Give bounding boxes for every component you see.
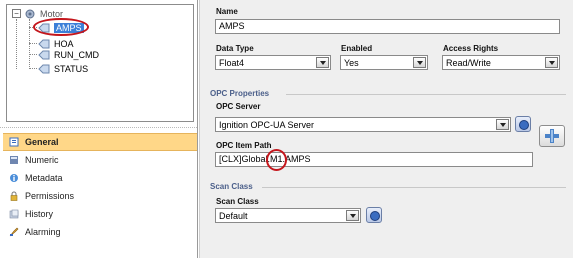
access-rights-select[interactable]: Read/Write <box>442 55 560 70</box>
left-pane: − Motor AMPS HOA RUN_CMD STATUS General … <box>0 0 198 258</box>
opc-server-label: OPC Server <box>216 102 261 111</box>
metadata-icon <box>10 174 18 182</box>
nav-item-metadata[interactable]: Metadata <box>3 169 197 187</box>
chevron-down-icon[interactable] <box>496 119 509 130</box>
scan-class-label: Scan Class <box>216 197 259 206</box>
section-divider <box>262 187 566 188</box>
nav-item-numeric[interactable]: Numeric <box>3 151 197 169</box>
nav-label: Numeric <box>25 155 59 165</box>
chevron-down-icon[interactable] <box>316 57 329 68</box>
name-label: Name <box>216 7 238 16</box>
tag-icon <box>38 39 50 48</box>
tree-label: STATUS <box>54 63 89 74</box>
enabled-value: Yes <box>344 58 359 68</box>
tree-label: HOA <box>54 38 74 49</box>
alarming-icon <box>9 227 19 237</box>
tree-connector <box>29 54 37 55</box>
plus-cross-icon <box>545 129 559 143</box>
enabled-label: Enabled <box>341 44 373 53</box>
nav-item-alarming[interactable]: Alarming <box>3 223 197 241</box>
tree-connector <box>29 68 37 69</box>
tree-node-run-cmd[interactable]: RUN_CMD <box>38 49 99 60</box>
general-icon <box>9 137 19 147</box>
data-type-value: Float4 <box>219 58 245 68</box>
chevron-down-icon[interactable] <box>545 57 558 68</box>
tree-node-status[interactable]: STATUS <box>38 63 88 74</box>
tag-icon <box>38 64 50 73</box>
opc-item-path-label: OPC Item Path <box>216 141 272 150</box>
properties-pane: Name AMPS Data Type Float4 Enabled Yes A… <box>199 0 573 258</box>
opc-properties-heading: OPC Properties <box>210 89 270 98</box>
tree-connector <box>29 43 37 44</box>
scan-class-edit-icon[interactable] <box>366 207 382 223</box>
nav-label: General <box>25 137 59 147</box>
tree-label: Motor <box>40 8 64 19</box>
access-rights-value: Read/Write <box>446 58 491 68</box>
chevron-down-icon[interactable] <box>346 210 359 221</box>
browse-opc-button[interactable] <box>539 125 565 147</box>
annotation-oval <box>33 18 89 36</box>
annotation-oval <box>266 149 287 171</box>
nav-label: History <box>25 209 54 219</box>
nav-item-permissions[interactable]: Permissions <box>3 187 197 205</box>
nav-item-history[interactable]: History <box>3 205 197 223</box>
chevron-down-icon[interactable] <box>413 57 426 68</box>
pane-splitter[interactable] <box>0 127 197 132</box>
section-divider <box>286 94 566 95</box>
collapse-toggle[interactable]: − <box>12 9 21 18</box>
nav-label: Metadata <box>25 173 63 183</box>
history-icon <box>9 209 19 219</box>
permissions-icon <box>10 191 18 201</box>
scan-class-value: Default <box>219 211 248 221</box>
opc-server-select[interactable]: Ignition OPC-UA Server <box>215 117 511 132</box>
data-type-label: Data Type <box>216 44 254 53</box>
data-type-select[interactable]: Float4 <box>215 55 331 70</box>
scan-class-heading: Scan Class <box>210 182 253 191</box>
enabled-select[interactable]: Yes <box>340 55 428 70</box>
tag-icon <box>38 50 50 59</box>
tree-label: RUN_CMD <box>54 49 99 60</box>
nav-label: Alarming <box>25 227 61 237</box>
nav-label: Permissions <box>25 191 75 201</box>
udt-folder-icon <box>25 9 35 18</box>
name-field[interactable]: AMPS <box>215 19 560 34</box>
tag-tree: − Motor AMPS HOA RUN_CMD STATUS <box>6 4 194 122</box>
tree-node-hoa[interactable]: HOA <box>38 38 74 49</box>
scan-class-select[interactable]: Default <box>215 208 361 223</box>
nav-item-general[interactable]: General <box>3 133 197 151</box>
property-nav: General Numeric Metadata Permissions His… <box>3 133 197 241</box>
tree-connector <box>16 19 17 69</box>
opc-item-path-field[interactable]: [CLX]Global.M1.AMPS <box>215 152 533 167</box>
opc-browse-icon[interactable] <box>515 116 531 132</box>
numeric-icon <box>10 156 18 164</box>
access-rights-label: Access Rights <box>443 44 499 53</box>
opc-server-value: Ignition OPC-UA Server <box>219 120 315 130</box>
